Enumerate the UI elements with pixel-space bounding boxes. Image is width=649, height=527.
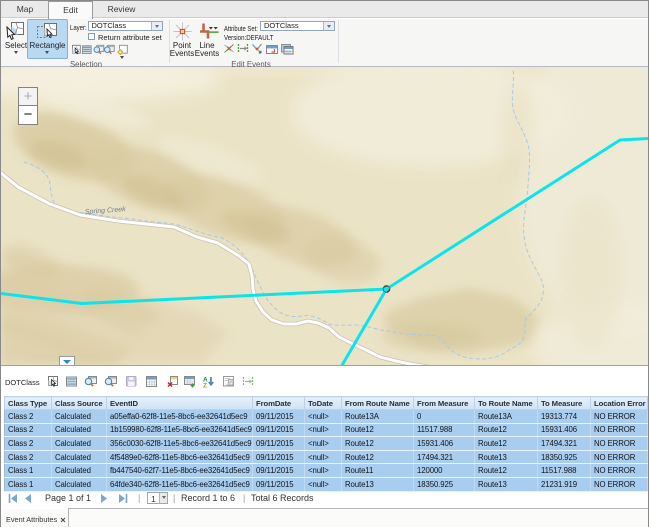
svg-text:Z: Z (203, 383, 207, 390)
